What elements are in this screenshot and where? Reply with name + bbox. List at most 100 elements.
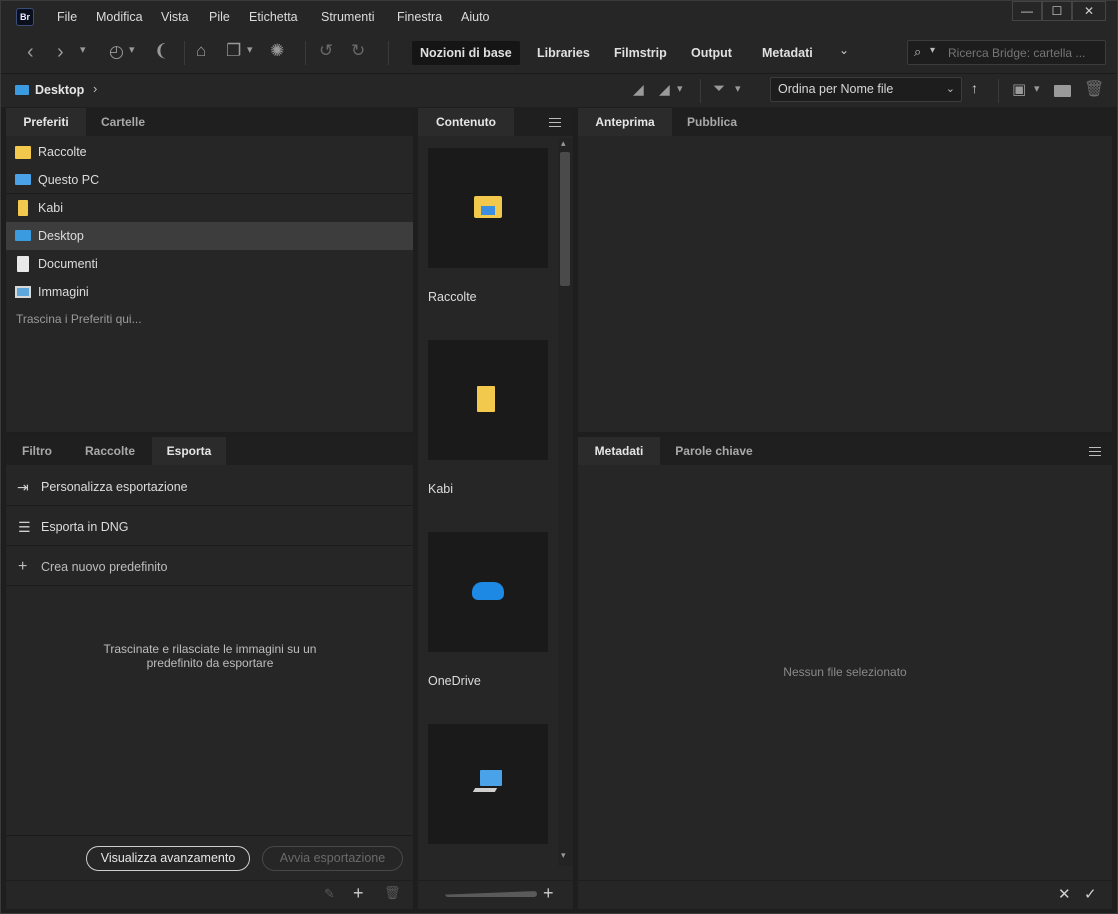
- recent-icon[interactable]: ◴: [109, 42, 124, 62]
- maximize-button[interactable]: ☐: [1042, 1, 1072, 21]
- scrollbar-thumb[interactable]: [560, 152, 570, 286]
- panel-menu-icon[interactable]: [549, 118, 561, 127]
- forward-icon[interactable]: ›: [57, 41, 64, 64]
- tab-contenuto[interactable]: Contenuto: [418, 108, 514, 136]
- search-input[interactable]: [946, 44, 1101, 61]
- show-progress-button[interactable]: Visualizza avanzamento: [86, 846, 250, 871]
- favorite-item-questo-pc[interactable]: Questo PC: [6, 166, 413, 194]
- back-icon[interactable]: ‹: [27, 41, 34, 64]
- favorite-item-documenti[interactable]: Documenti: [6, 250, 413, 278]
- rotate-left-icon[interactable]: ↺: [319, 41, 333, 61]
- boomerang-icon[interactable]: ❨: [154, 41, 168, 61]
- chevron-down-icon[interactable]: ▾: [80, 43, 86, 56]
- filter-icon[interactable]: ⏷: [713, 80, 725, 97]
- content-thumbnail[interactable]: [428, 148, 548, 268]
- chevron-down-icon[interactable]: ▾: [735, 82, 741, 95]
- add-preset-icon[interactable]: +: [353, 883, 364, 904]
- trash-icon[interactable]: 🗑: [384, 885, 401, 901]
- favorites-drop-hint: Trascina i Preferiti qui...: [16, 312, 142, 326]
- workspace-tab-output[interactable]: Output: [683, 41, 740, 65]
- export-icon: ⇥: [17, 479, 29, 495]
- content-item-label[interactable]: Kabi: [428, 482, 453, 496]
- breadcrumb-chevron-icon[interactable]: ›: [93, 81, 97, 96]
- camera-import-icon[interactable]: ⌂: [196, 41, 206, 61]
- pictures-icon: [15, 286, 31, 298]
- menu-pile[interactable]: Pile: [209, 10, 230, 24]
- tab-parole-chiave[interactable]: Parole chiave: [660, 437, 768, 465]
- chevron-down-icon[interactable]: ▾: [1034, 82, 1040, 95]
- refine-icon[interactable]: ✺: [270, 41, 284, 61]
- content-item-label[interactable]: OneDrive: [428, 674, 481, 688]
- create-preset-button[interactable]: + Crea nuovo predefinito: [6, 553, 413, 581]
- new-folder-icon[interactable]: [1054, 85, 1071, 97]
- tab-raccolte[interactable]: Raccolte: [68, 437, 152, 465]
- content-thumbnail[interactable]: [428, 532, 548, 652]
- tab-cartelle[interactable]: Cartelle: [86, 108, 160, 136]
- quality-icon[interactable]: ◢: [633, 81, 644, 98]
- workspace-tab-metadati[interactable]: Metadati: [754, 41, 821, 65]
- chevron-down-icon[interactable]: ▾: [930, 45, 935, 56]
- tab-preferiti[interactable]: Preferiti: [6, 108, 86, 136]
- breadcrumb-desktop[interactable]: Desktop: [35, 83, 84, 97]
- tab-filtro[interactable]: Filtro: [6, 437, 68, 465]
- workspace-tab-filmstrip[interactable]: Filmstrip: [606, 41, 675, 65]
- favorites-panel: Preferiti Cartelle Raccolte Questo PC Ka…: [6, 108, 413, 432]
- documents-icon: [17, 256, 29, 272]
- scroll-up-icon[interactable]: ▴: [561, 138, 566, 149]
- workspace-tab-libraries[interactable]: Libraries: [529, 41, 598, 65]
- recent-folder-icon[interactable]: ▣: [1012, 80, 1026, 98]
- menu-aiuto[interactable]: Aiuto: [461, 10, 490, 24]
- trash-icon[interactable]: 🗑: [1084, 79, 1104, 99]
- scroll-down-icon[interactable]: ▾: [561, 850, 566, 861]
- favorite-item-kabi[interactable]: Kabi: [6, 194, 413, 222]
- favorites-tabbar: Preferiti Cartelle: [6, 108, 413, 136]
- tab-esporta[interactable]: Esporta: [152, 437, 226, 465]
- copy-icon[interactable]: ❐: [226, 41, 241, 61]
- tab-metadati[interactable]: Metadati: [578, 437, 660, 465]
- content-item-label[interactable]: Raccolte: [428, 290, 477, 304]
- sort-label: Ordina per Nome file: [778, 82, 894, 96]
- panel-menu-icon[interactable]: [1089, 447, 1101, 456]
- close-button[interactable]: ✕: [1072, 1, 1106, 21]
- bridge-window: Br File Modifica Vista Pile Etichetta St…: [0, 0, 1118, 914]
- tab-anteprima[interactable]: Anteprima: [578, 108, 672, 136]
- search-icon[interactable]: ⌕: [914, 44, 921, 60]
- collections-badge-icon: [481, 206, 495, 215]
- chevron-down-icon[interactable]: ▾: [247, 43, 253, 56]
- export-preset-custom[interactable]: ⇥ Personalizza esportazione: [6, 473, 413, 501]
- apply-icon[interactable]: ✓: [1084, 885, 1097, 903]
- sort-ascending-icon[interactable]: ↑: [971, 80, 978, 96]
- metadata-panel: Metadati Parole chiave Nessun file selez…: [578, 437, 1112, 880]
- rotate-right-icon[interactable]: ↻: [351, 41, 365, 61]
- favorite-item-immagini[interactable]: Immagini: [6, 278, 413, 306]
- thumbnail-size-slider[interactable]: [445, 891, 537, 897]
- favorite-item-raccolte[interactable]: Raccolte: [6, 138, 413, 166]
- menu-file[interactable]: File: [57, 10, 77, 24]
- favorite-item-desktop[interactable]: Desktop: [6, 222, 413, 250]
- add-icon[interactable]: +: [543, 883, 554, 904]
- chevron-down-icon[interactable]: ▾: [129, 43, 135, 56]
- minimize-button[interactable]: —: [1012, 1, 1042, 21]
- sort-select[interactable]: Ordina per Nome file ⌄: [770, 77, 962, 102]
- content-thumbnail[interactable]: [428, 724, 548, 844]
- chevron-down-icon[interactable]: ▾: [677, 82, 683, 95]
- menu-vista[interactable]: Vista: [161, 10, 189, 24]
- content-scrollbar[interactable]: ▴ ▾: [558, 138, 573, 866]
- menu-modifica[interactable]: Modifica: [96, 10, 143, 24]
- export-preset-dng[interactable]: ☰ Esporta in DNG: [6, 513, 413, 541]
- edit-icon[interactable]: ✎: [324, 886, 335, 902]
- divider: [6, 545, 413, 546]
- more-workspaces-icon[interactable]: ⌄: [839, 43, 849, 57]
- menu-strumenti[interactable]: Strumenti: [321, 10, 375, 24]
- search-box: ⌕ ▾: [907, 40, 1106, 65]
- workspace-tab-nozioni[interactable]: Nozioni di base: [412, 41, 520, 65]
- cancel-icon[interactable]: ✕: [1058, 885, 1071, 903]
- menu-finestra[interactable]: Finestra: [397, 10, 442, 24]
- content-thumbnail[interactable]: [428, 340, 548, 460]
- collections-folder-icon: [474, 196, 502, 218]
- rating-filter-icon[interactable]: ◢: [659, 81, 670, 98]
- export-panel: Filtro Raccolte Esporta ⇥ Personalizza e…: [6, 437, 413, 880]
- tab-pubblica[interactable]: Pubblica: [672, 108, 752, 136]
- start-export-button[interactable]: Avvia esportazione: [262, 846, 403, 871]
- menu-etichetta[interactable]: Etichetta: [249, 10, 298, 24]
